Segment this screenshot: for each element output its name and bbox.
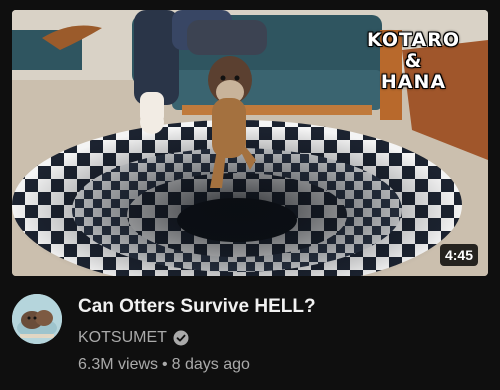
video-title[interactable]: Can Otters Survive HELL?	[78, 296, 316, 318]
verified-check-icon	[173, 330, 189, 346]
channel-avatar[interactable]	[12, 294, 62, 344]
view-count: 6.3M views	[78, 356, 159, 373]
brand-line-1: KOTARO	[367, 29, 460, 51]
channel-row: KOTSUMET	[78, 329, 189, 347]
brand-line-2: &	[404, 50, 423, 72]
brand-line-3: HANA	[380, 71, 447, 93]
thumbnail-brand-overlay: KOTARO & HANA	[367, 30, 460, 93]
stats-separator: •	[162, 356, 168, 373]
video-stats: 6.3M views • 8 days ago	[78, 356, 250, 374]
avatar-image	[12, 294, 62, 344]
duration-badge: 4:45	[439, 244, 478, 266]
video-metadata: Can Otters Survive HELL? KOTSUMET 6.3M v…	[12, 292, 488, 382]
channel-name[interactable]: KOTSUMET	[78, 329, 167, 347]
video-thumbnail[interactable]: KOTARO & HANA 4:45	[12, 10, 488, 276]
upload-age: 8 days ago	[171, 356, 250, 373]
